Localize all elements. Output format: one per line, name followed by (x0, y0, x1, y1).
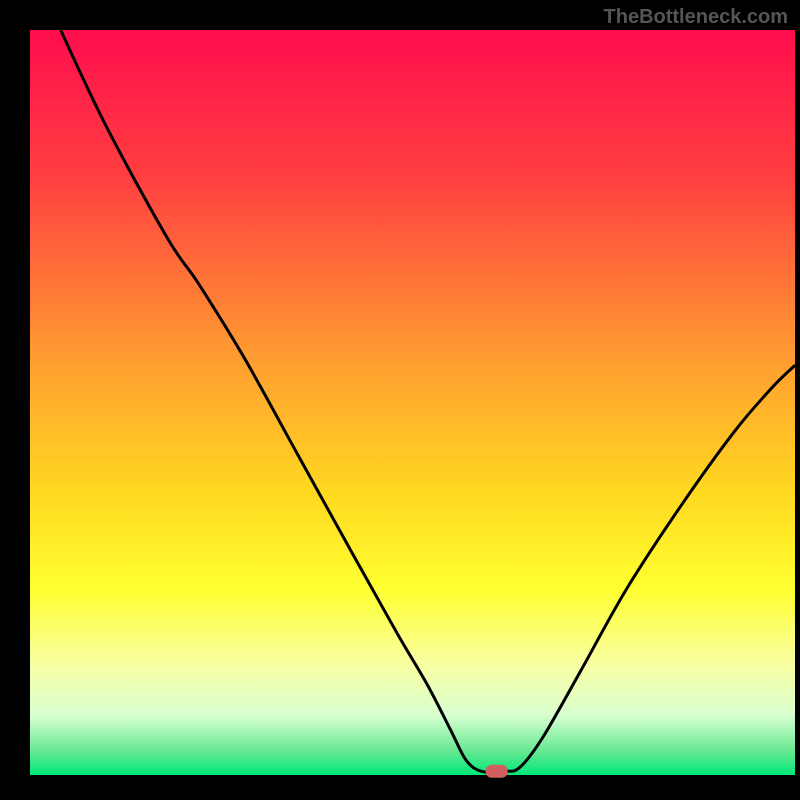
watermark-text: TheBottleneck.com (604, 6, 788, 29)
optimal-point-marker (486, 765, 508, 778)
chart-gradient-bg (30, 30, 795, 775)
bottleneck-chart: TheBottleneck.com (0, 0, 800, 800)
chart-canvas (0, 0, 800, 800)
